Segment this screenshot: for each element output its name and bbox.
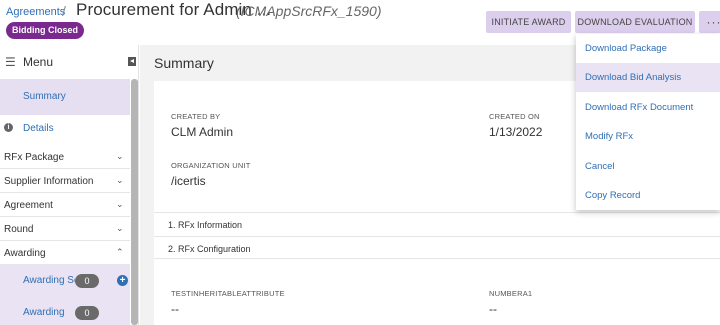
created-on-value: 1/13/2022: [489, 125, 543, 139]
section-label: Supplier Information: [4, 176, 94, 187]
accordion-rfx-configuration[interactable]: 2. RFx Configuration: [154, 236, 720, 259]
chevron-down-icon: ⌄: [116, 175, 124, 185]
sidebar-section-round[interactable]: Round ⌄: [0, 218, 130, 241]
count-badge: 0: [75, 306, 99, 320]
sidebar-section-rfx-package[interactable]: RFx Package ⌄: [0, 146, 130, 169]
sidebar-item-label: Details: [23, 123, 54, 134]
accordion-rfx-information[interactable]: 1. RFx Information: [154, 212, 720, 235]
menu-header: ☰ Menu: [0, 45, 139, 79]
menu-item-label: Download Bid Analysis: [585, 72, 682, 83]
page-subtitle: (ICMAppSrcRFx_1590): [236, 3, 382, 19]
hamburger-icon[interactable]: ☰: [5, 55, 16, 69]
sidebar-item-details[interactable]: i Details: [0, 117, 130, 139]
menu-label: Menu: [23, 55, 54, 69]
sidebar: ☰ Menu Summary i Details RFx Package ⌄ S…: [0, 45, 139, 325]
chevron-up-icon: ⌃: [116, 247, 124, 257]
sidebar-section-supplier-information[interactable]: Supplier Information ⌄: [0, 170, 130, 193]
summary-title: Summary: [154, 55, 214, 71]
breadcrumb-agreements[interactable]: Agreements: [6, 6, 65, 18]
sidebar-section-awarding[interactable]: Awarding ⌃: [0, 242, 130, 265]
org-unit-value: /icertis: [171, 174, 206, 188]
chevron-down-icon: ⌄: [116, 223, 124, 233]
number-value: --: [489, 302, 497, 316]
section-label: Agreement: [4, 200, 53, 211]
sidebar-subitem-awarding-scenarios[interactable]: Awarding Scenarios 0 +: [0, 265, 130, 297]
status-badge: Bidding Closed: [6, 22, 84, 39]
subitem-label: Awarding Scenarios: [23, 275, 75, 286]
info-icon: i: [4, 123, 13, 132]
created-by-label: CREATED BY: [171, 112, 221, 121]
add-icon[interactable]: +: [117, 275, 128, 286]
menu-item-modify-rfx[interactable]: Modify RFx: [576, 122, 720, 151]
created-on-label: CREATED ON: [489, 112, 540, 121]
chevron-down-icon: ⌄: [116, 151, 124, 161]
menu-item-download-rfx-document[interactable]: Download RFx Document: [576, 93, 720, 122]
sidebar-item-label: Summary: [23, 91, 66, 102]
section-label: Awarding: [4, 248, 46, 259]
accordion-label: 2. RFx Configuration: [168, 244, 251, 254]
menu-item-label: Modify RFx: [585, 131, 634, 142]
sidebar-scrollbar[interactable]: [131, 79, 138, 325]
more-actions-dropdown: Download Package Download Bid Analysis D…: [576, 34, 720, 210]
section-label: Round: [4, 224, 34, 235]
test-attribute-label: TESTINHERITABLEATTRIBUTE: [171, 289, 285, 298]
section-label: RFx Package: [4, 152, 65, 163]
chevron-down-icon: ⌄: [116, 199, 124, 209]
org-unit-label: ORGANIZATION UNIT: [171, 161, 251, 170]
more-actions-button[interactable]: ···: [699, 11, 720, 33]
subitem-label: Awarding: [23, 307, 65, 318]
menu-item-download-bid-analysis[interactable]: Download Bid Analysis: [576, 63, 720, 92]
menu-item-download-package[interactable]: Download Package: [576, 34, 720, 63]
sidebar-section-agreement[interactable]: Agreement ⌄: [0, 194, 130, 217]
test-attribute-value: --: [171, 302, 179, 316]
download-evaluation-button[interactable]: DOWNLOAD EVALUATION: [575, 11, 695, 33]
menu-item-label: Cancel: [585, 161, 615, 172]
breadcrumb-separator: /: [62, 3, 66, 19]
menu-item-label: Download Package: [585, 43, 667, 54]
sidebar-item-summary[interactable]: Summary: [0, 79, 130, 115]
initiate-award-button[interactable]: INITIATE AWARD: [486, 11, 571, 33]
menu-item-copy-record[interactable]: Copy Record: [576, 181, 720, 210]
menu-item-label: Download RFx Document: [585, 102, 694, 113]
collapse-sidebar-icon[interactable]: [128, 57, 136, 66]
count-badge: 0: [75, 274, 99, 288]
menu-item-cancel[interactable]: Cancel: [576, 152, 720, 181]
accordion-label: 1. RFx Information: [168, 220, 243, 230]
sidebar-subitem-awarding[interactable]: Awarding 0: [0, 297, 130, 325]
menu-item-label: Copy Record: [585, 190, 641, 201]
number-label: NUMBERA1: [489, 289, 533, 298]
created-by-value: CLM Admin: [171, 125, 234, 139]
